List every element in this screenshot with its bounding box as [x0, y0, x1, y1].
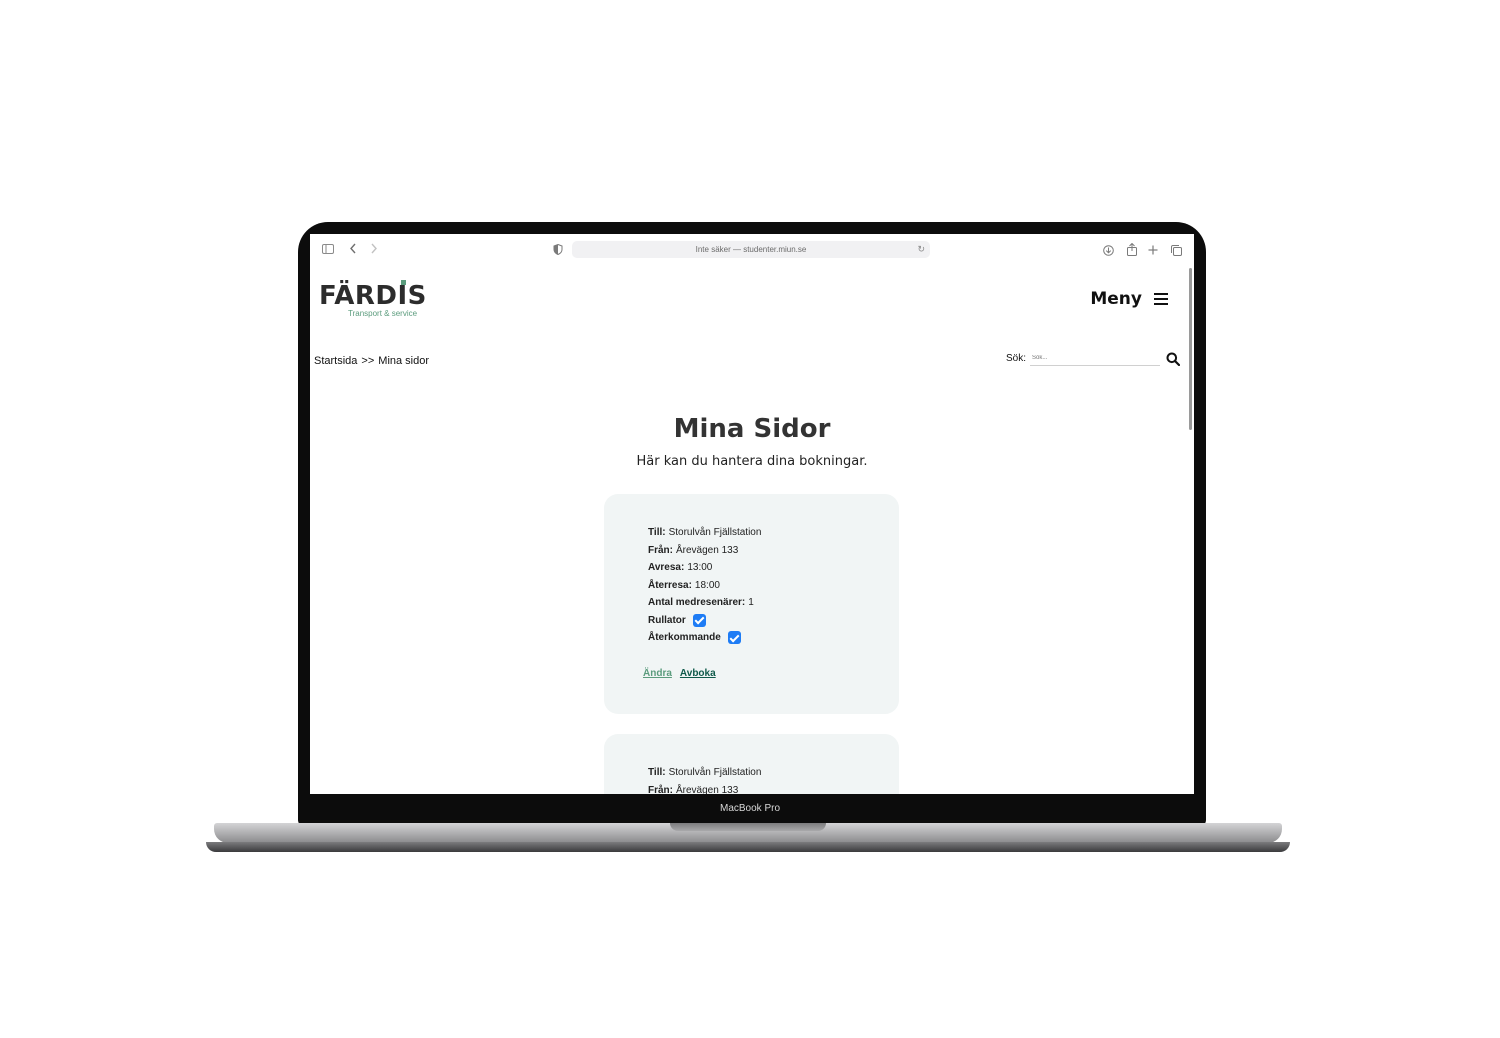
booking-from-label: Från:	[648, 544, 673, 556]
breadcrumb-current: Mina sidor	[378, 355, 430, 367]
logo-wordmark: FÄRDIS	[319, 281, 427, 311]
booking-to-value: Storulvån Fjällstation	[668, 767, 762, 778]
browser-toolbar: Inte säker — studenter.miun.se ↻	[310, 234, 1194, 266]
menu-label: Meny	[1090, 289, 1142, 309]
booking-to-label: Till:	[648, 527, 666, 538]
booking-to: Till: Storulvån Fjällstation	[648, 524, 761, 542]
booking-actions: Ändra Avboka	[643, 668, 716, 679]
booking-from-label: Från:	[648, 784, 673, 795]
back-icon[interactable]	[349, 243, 357, 254]
address-bar[interactable]: Inte säker — studenter.miun.se ↻	[572, 241, 930, 258]
page-title: Mina Sidor	[673, 414, 831, 444]
breadcrumb-separator: >>	[361, 355, 375, 367]
booking-from: Från: Årevägen 133	[648, 542, 761, 560]
laptop-model-label: MacBook Pro	[719, 803, 781, 814]
booking-from-value: Årevägen 133	[676, 784, 739, 795]
booking-companions-value: 1	[748, 597, 754, 608]
booking-walker-label: Rullator	[648, 614, 686, 626]
booking-return-label: Återresa:	[648, 579, 692, 591]
booking-companions: Antal medresenärer: 1	[648, 594, 761, 612]
walker-checkbox[interactable]	[692, 613, 706, 627]
booking-companions-label: Antal medresenärer:	[648, 597, 746, 608]
site-logo[interactable]: FÄRDIS Transport & service	[319, 280, 429, 321]
booking-to: Till: Storulvån Fjällstation	[648, 764, 761, 782]
booking-to-value: Storulvån Fjällstation	[668, 527, 762, 538]
breadcrumb-home-link[interactable]: Startsida	[314, 355, 357, 367]
booking-return: Återresa: 18:00	[648, 577, 761, 595]
share-icon[interactable]	[1127, 243, 1137, 256]
shield-icon[interactable]	[553, 244, 563, 255]
booking-departure-value: 13:00	[687, 562, 713, 573]
laptop-foot	[206, 842, 1290, 852]
new-tab-icon[interactable]	[1148, 245, 1158, 255]
menu-button[interactable]: Meny	[1090, 289, 1168, 309]
booking-from-value: Årevägen 133	[676, 544, 739, 556]
page-subtitle: Här kan du hantera dina bokningar.	[636, 454, 868, 469]
breadcrumb: Startsida >> Mina sidor	[314, 355, 429, 367]
booking-to-label: Till:	[648, 767, 666, 778]
booking-from: Från: Årevägen 133	[648, 782, 761, 795]
booking-card: Till: Storulvån Fjällstation Från: Årevä…	[604, 734, 899, 794]
reload-icon[interactable]: ↻	[917, 241, 925, 258]
page-scrollbar[interactable]	[1189, 268, 1192, 430]
address-bar-text: Inte säker — studenter.miun.se	[695, 245, 807, 254]
booking-walker: Rullator	[648, 612, 761, 630]
hamburger-icon	[1154, 293, 1168, 305]
booking-departure-label: Avresa:	[648, 562, 685, 573]
recurring-checkbox[interactable]	[727, 631, 741, 645]
laptop-notch	[670, 823, 826, 831]
booking-recurring-label: Återkommande	[648, 632, 721, 643]
booking-details: Till: Storulvån Fjällstation Från: Årevä…	[648, 764, 761, 794]
booking-recurring: Återkommande	[648, 629, 761, 647]
search-form: Sök:	[1006, 351, 1180, 366]
search-label: Sök:	[1005, 353, 1026, 364]
edit-booking-link[interactable]: Ändra	[643, 668, 672, 679]
browser-window: Inte säker — studenter.miun.se ↻ FÄRDIS …	[310, 234, 1194, 794]
search-icon[interactable]	[1166, 352, 1180, 366]
download-icon[interactable]	[1103, 245, 1114, 256]
booking-departure: Avresa: 13:00	[648, 559, 761, 577]
sidebar-icon[interactable]	[322, 244, 334, 254]
booking-details: Till: Storulvån Fjällstation Från: Årevä…	[648, 524, 761, 647]
logo-tagline: Transport & service	[348, 309, 418, 318]
cancel-booking-link[interactable]: Avboka	[680, 668, 716, 679]
logo-accent	[401, 280, 406, 285]
tabs-icon[interactable]	[1171, 245, 1182, 256]
booking-card: Till: Storulvån Fjällstation Från: Årevä…	[604, 494, 899, 714]
forward-icon[interactable]	[370, 243, 378, 254]
booking-return-value: 18:00	[694, 579, 720, 591]
search-input[interactable]	[1030, 351, 1160, 366]
